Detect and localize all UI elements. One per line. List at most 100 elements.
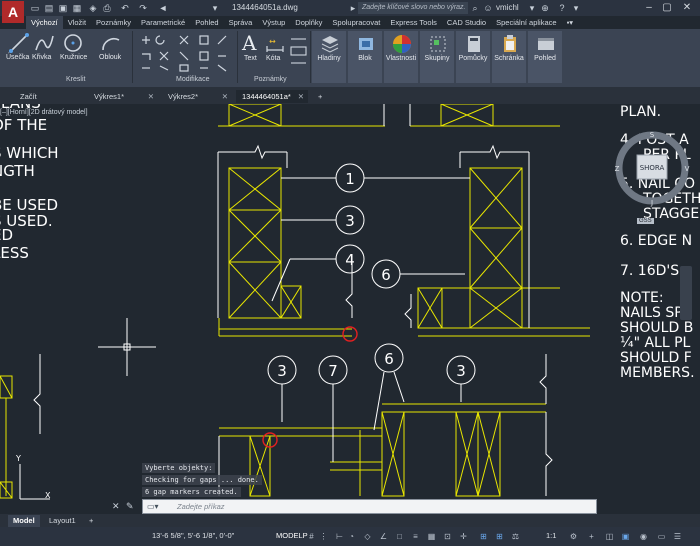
search-input[interactable]: Zadejte klíčové slovo nebo výraz.	[358, 2, 468, 14]
tab-parametric[interactable]: Parametrické	[136, 16, 190, 29]
arc-button[interactable]: Oblouk	[99, 54, 121, 61]
tab-manage[interactable]: Správa	[224, 16, 258, 29]
viewcube[interactable]: SHORA S V Z J	[613, 129, 691, 207]
annotation-visibility-icon[interactable]: ⊞	[478, 531, 489, 542]
open-file-icon[interactable]: ▤	[44, 3, 54, 13]
tab-annotate[interactable]: Poznámky	[91, 16, 136, 29]
clipboard-button[interactable]: Schránka	[492, 31, 526, 83]
add-icon[interactable]: +	[586, 531, 597, 542]
view-button[interactable]: Pohled	[528, 31, 562, 83]
text-icon[interactable]: A	[242, 31, 260, 55]
line-icon[interactable]	[8, 32, 30, 54]
dimension-icon[interactable]: ↔	[264, 32, 286, 54]
file-tab-drawing1[interactable]: Výkres1* ✕	[88, 90, 158, 103]
close-tab-icon[interactable]: ✕	[222, 90, 228, 103]
command-settings-icon[interactable]: ✎	[126, 501, 134, 512]
file-tab-drawing2[interactable]: Výkres2* ✕	[162, 90, 232, 103]
dimension-button[interactable]: Kóta	[266, 55, 280, 62]
viewcube-west[interactable]: Z	[615, 165, 620, 173]
lineweight-icon[interactable]: ≡	[410, 531, 421, 542]
redo-icon[interactable]: ↷	[138, 3, 148, 13]
help-dropdown-icon[interactable]: ▾	[571, 3, 581, 13]
utilities-button[interactable]: Pomůcky	[456, 31, 490, 83]
isolate-objects-icon[interactable]: ◉	[638, 531, 649, 542]
modify-tools-icon[interactable]	[138, 32, 234, 74]
app-logo[interactable]: A	[2, 1, 24, 23]
tab-home[interactable]: Výchozí	[26, 16, 63, 29]
help-icon[interactable]: ?	[557, 3, 567, 13]
viewcube-south[interactable]: J	[650, 199, 653, 207]
tab-cad-studio[interactable]: CAD Studio	[442, 16, 491, 29]
tab-output[interactable]: Výstup	[257, 16, 290, 29]
auto-scale-icon[interactable]: ⊞	[494, 531, 505, 542]
coordinates-readout[interactable]: 13'-6 5/8", 5'-6 1/8", 0'-0"	[152, 531, 234, 540]
save-as-icon[interactable]: ▦	[72, 3, 82, 13]
undo-icon[interactable]: ↶	[120, 3, 130, 13]
gizmo-icon[interactable]: ✛	[458, 531, 469, 542]
navigation-bar[interactable]	[680, 266, 692, 320]
share-icon[interactable]: ◄	[158, 3, 168, 13]
viewcube-east[interactable]: V	[685, 165, 690, 173]
osnap-tracking-icon[interactable]: ∠	[378, 531, 389, 542]
annotation-group-title[interactable]: Poznámky	[254, 76, 287, 83]
add-layout-button[interactable]: +	[84, 515, 98, 527]
customization-icon[interactable]: ☰	[672, 531, 683, 542]
close-tab-icon[interactable]: ✕	[148, 90, 154, 103]
command-input[interactable]: Zadejte příkaz	[177, 502, 225, 511]
isolate-icon[interactable]: ◫	[604, 531, 615, 542]
workspace-gear-icon[interactable]: ⚙	[568, 531, 579, 542]
isodraft-icon[interactable]: ◇	[362, 531, 373, 542]
new-file-icon[interactable]: ▭	[30, 3, 40, 13]
tab-insert[interactable]: Vložit	[63, 16, 91, 29]
print-icon[interactable]: ⎙	[102, 3, 112, 13]
command-line[interactable]: ▭▾ Zadejte příkaz	[142, 499, 597, 514]
viewcube-north[interactable]: S	[650, 131, 655, 139]
annotation-tools-icon[interactable]	[288, 33, 310, 69]
tab-model[interactable]: Model	[8, 515, 40, 527]
circle-button[interactable]: Kružnice	[60, 54, 87, 61]
maximize-icon[interactable]: ▢	[660, 1, 674, 15]
close-icon[interactable]: ✕	[680, 1, 694, 15]
snap-icon[interactable]: ⋮	[318, 531, 329, 542]
ucs-menu[interactable]: GSS	[637, 218, 654, 224]
properties-button[interactable]: Vlastnosti	[384, 31, 418, 83]
clean-screen-icon[interactable]: ▭	[656, 531, 667, 542]
polyline-button[interactable]: Křivka	[32, 54, 51, 61]
block-button[interactable]: Blok	[348, 31, 382, 83]
osnap-icon[interactable]: □	[394, 531, 405, 542]
circle-icon[interactable]	[62, 32, 84, 54]
tab-special-apps[interactable]: Speciální aplikace	[491, 16, 561, 29]
grid-icon[interactable]: #	[306, 531, 317, 542]
command-prompt-icon[interactable]: ▭▾	[147, 502, 159, 511]
model-space-toggle[interactable]: MODELP	[274, 530, 310, 541]
tab-layout1[interactable]: Layout1	[44, 515, 81, 527]
tab-express-tools[interactable]: Express Tools	[385, 16, 442, 29]
line-button[interactable]: Úsečka	[6, 54, 29, 61]
selection-cycling-icon[interactable]: ⊡	[442, 531, 453, 542]
arc-icon[interactable]	[100, 32, 122, 54]
minimize-icon[interactable]: –	[642, 1, 656, 15]
transparency-icon[interactable]: ▦	[426, 531, 437, 542]
annotation-scale-value[interactable]: 1:1	[546, 531, 556, 540]
modify-group-title[interactable]: Modifikace	[176, 76, 209, 83]
user-name[interactable]: vmichl	[496, 3, 519, 12]
close-tab-icon[interactable]: ✕	[298, 90, 304, 103]
workspace-dropdown-icon[interactable]: ▾	[210, 3, 220, 13]
polyline-icon[interactable]	[33, 32, 55, 54]
text-button[interactable]: Text	[244, 55, 257, 62]
user-dropdown-icon[interactable]: ▾	[527, 3, 537, 13]
viewport-controls[interactable]: [–][Horní][2D drátový model]	[0, 109, 88, 116]
file-tab-start[interactable]: Začít	[14, 90, 84, 103]
viewcube-face[interactable]: SHORA	[640, 164, 665, 172]
store-icon[interactable]: ⊕	[540, 3, 550, 13]
tab-addins[interactable]: Doplňky	[290, 16, 327, 29]
ortho-icon[interactable]: ⊢	[334, 531, 345, 542]
tab-collaborate[interactable]: Spolupracovat	[327, 16, 385, 29]
groups-button[interactable]: Skupiny	[420, 31, 454, 83]
drawing-canvas[interactable]: [–][Horní][2D drátový model] PLANS OF TH…	[0, 104, 700, 512]
file-tab-active[interactable]: 1344464051a* ✕	[236, 90, 308, 103]
web-icon[interactable]: ◈	[88, 3, 98, 13]
ribbon-options-icon[interactable]: ▪▾	[562, 16, 578, 29]
command-close-icon[interactable]: ✕	[112, 501, 120, 512]
tab-view[interactable]: Pohled	[190, 16, 223, 29]
